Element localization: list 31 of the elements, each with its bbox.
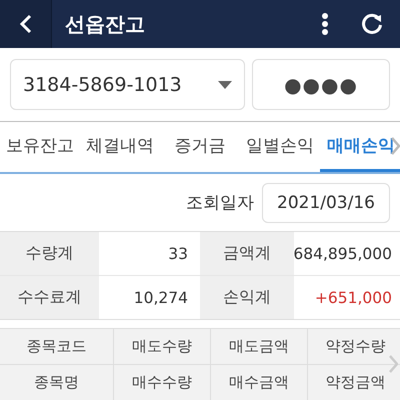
more-icon bbox=[321, 12, 329, 36]
summary-value: 684,895,000 bbox=[294, 232, 400, 275]
summary-value: 10,274 bbox=[99, 276, 200, 319]
summary-value: +651,000 bbox=[294, 276, 400, 319]
tab[interactable]: 보유잔고 bbox=[0, 122, 80, 172]
summary-label: 손익계 bbox=[200, 276, 294, 319]
summary-label: 금액계 bbox=[200, 232, 294, 275]
column-header: 약정금액 bbox=[308, 365, 400, 400]
summary-value: 33 bbox=[99, 232, 200, 275]
password-field[interactable]: ●●●● bbox=[252, 59, 390, 110]
tab[interactable]: 증거금 bbox=[160, 122, 240, 172]
summary-label: 수수료계 bbox=[0, 276, 99, 319]
refresh-icon bbox=[361, 13, 383, 35]
dropdown-caret-icon bbox=[218, 80, 232, 90]
tab[interactable]: 체결내역 bbox=[80, 122, 160, 172]
column-header: 종목코드 bbox=[0, 329, 113, 364]
column-header: 매수수량 bbox=[114, 365, 210, 400]
tab[interactable]: 매매손익 bbox=[320, 122, 400, 172]
scroll-right-icon[interactable] bbox=[391, 137, 400, 155]
column-header: 종목명 bbox=[0, 365, 113, 400]
query-date-label: 조회일자 bbox=[186, 192, 254, 214]
summary-label: 수량계 bbox=[0, 232, 99, 275]
column-header: 매수금액 bbox=[211, 365, 307, 400]
back-button[interactable] bbox=[0, 0, 52, 48]
tab[interactable]: 일별손익 bbox=[240, 122, 320, 172]
column-header: 약정수량 bbox=[308, 329, 400, 364]
screen-title: 선옵잔고 bbox=[65, 10, 146, 38]
date-field[interactable]: 2021/03/16 bbox=[262, 182, 390, 222]
column-header: 매도금액 bbox=[211, 329, 307, 364]
column-header: 매도수량 bbox=[114, 329, 210, 364]
account-dropdown[interactable]: 3184-5869-1013 bbox=[10, 59, 245, 110]
